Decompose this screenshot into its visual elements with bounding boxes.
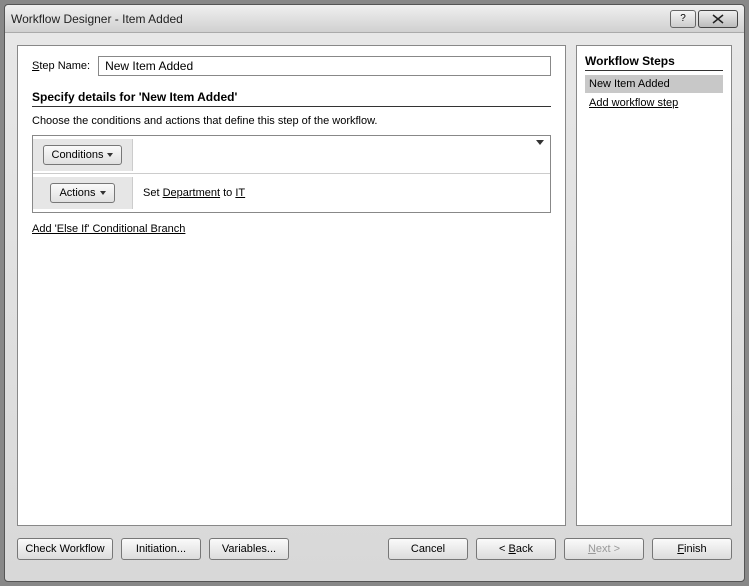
actions-button[interactable]: Actions [50,183,114,203]
help-button[interactable]: ? [670,10,696,28]
finish-button[interactable]: Finish [652,538,732,560]
add-workflow-step-link[interactable]: Add workflow step [585,95,682,111]
footer-buttons: Check Workflow Initiation... Variables..… [5,538,744,570]
dialog-window: Workflow Designer - Item Added ? Step Na… [4,4,745,582]
actions-row: Actions Set Department to IT [33,174,550,212]
close-button[interactable] [698,10,738,28]
add-else-if-link[interactable]: Add 'Else If' Conditional Branch [32,223,551,235]
window-title: Workflow Designer - Item Added [11,12,670,26]
conditions-cell: Conditions [33,139,133,171]
chevron-down-icon [107,153,113,157]
action-field-link[interactable]: Department [163,187,220,199]
conditions-button-label: Conditions [52,149,104,161]
workflow-steps-panel: Workflow Steps New Item Added Add workfl… [576,45,732,526]
cancel-button[interactable]: Cancel [388,538,468,560]
step-name-label: Step Name: [32,60,90,72]
section-title: Specify details for 'New Item Added' [32,90,551,107]
close-icon [711,14,725,24]
actions-content: Set Department to IT [133,183,550,203]
workflow-step-item[interactable]: New Item Added [585,75,723,93]
conditions-row: Conditions [33,136,550,174]
titlebar: Workflow Designer - Item Added ? [5,5,744,33]
conditions-button[interactable]: Conditions [43,145,123,165]
step-name-input[interactable] [98,56,551,76]
actions-cell: Actions [33,177,133,209]
conditions-content[interactable] [133,151,550,159]
next-button: Next > [564,538,644,560]
step-name-row: Step Name: [32,56,551,76]
help-icon: ? [680,13,686,24]
content-area: Step Name: Specify details for 'New Item… [5,33,744,538]
titlebar-buttons: ? [670,10,738,28]
variables-button[interactable]: Variables... [209,538,289,560]
actions-button-label: Actions [59,187,95,199]
step-definition-box: Conditions Actions Set Departmen [32,135,551,213]
check-workflow-button[interactable]: Check Workflow [17,538,113,560]
back-button[interactable]: < Back [476,538,556,560]
initiation-button[interactable]: Initiation... [121,538,201,560]
main-panel: Step Name: Specify details for 'New Item… [17,45,566,526]
action-mid: to [220,187,235,199]
chevron-down-icon [100,191,106,195]
action-prefix: Set [143,187,163,199]
instruction-text: Choose the conditions and actions that d… [32,115,551,127]
step-options-dropdown-icon[interactable] [536,140,544,145]
workflow-steps-title: Workflow Steps [585,54,723,71]
action-value-link[interactable]: IT [235,187,245,199]
